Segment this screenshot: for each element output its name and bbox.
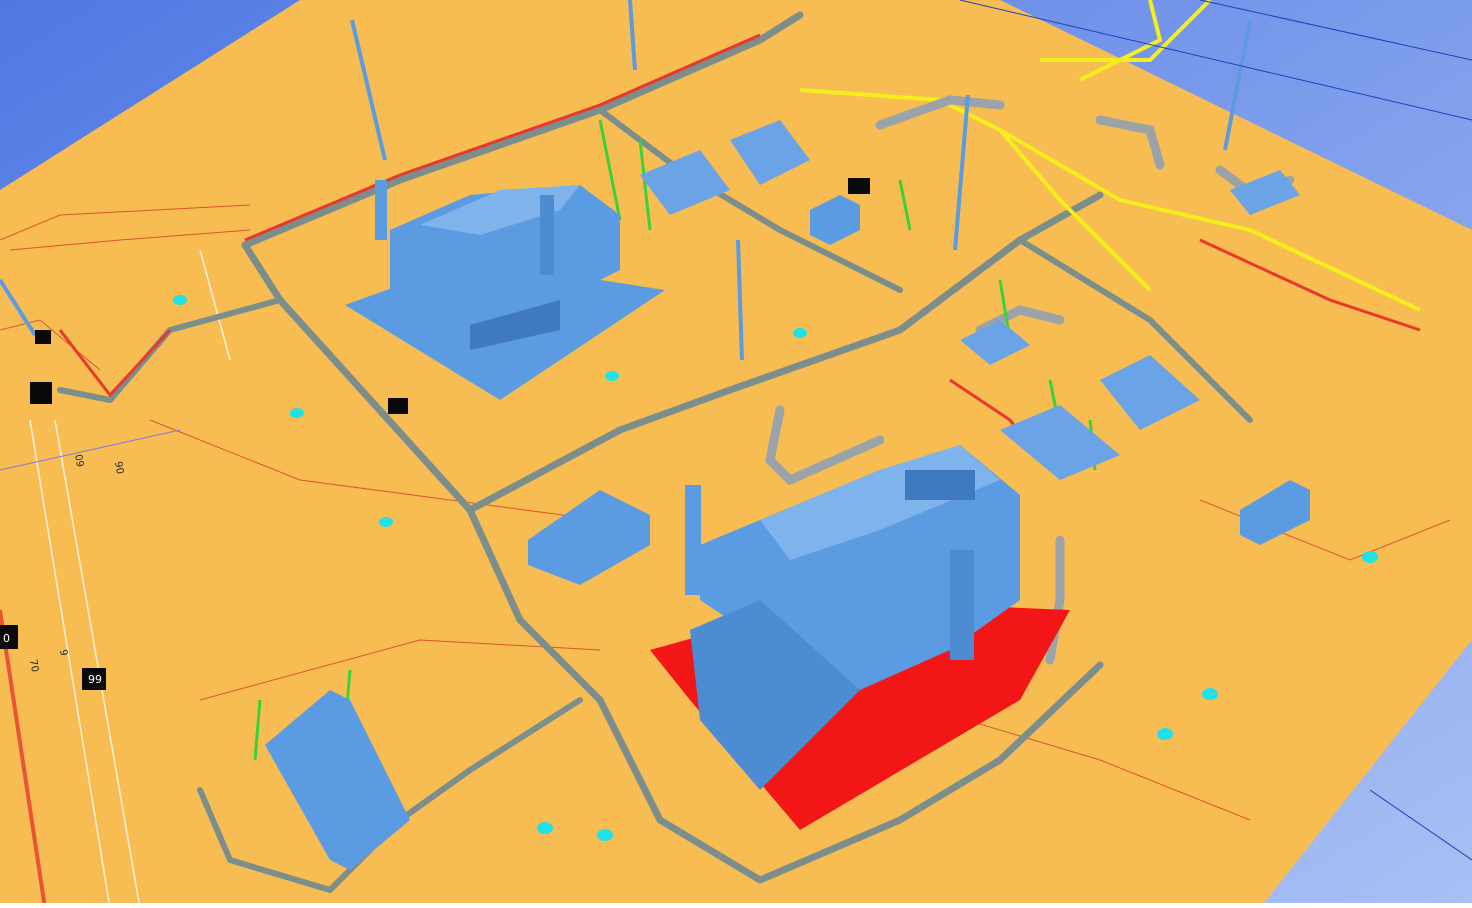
model-viewport[interactable]: 90 09 70 9 99 0 [0,0,1472,908]
tag-box[interactable] [35,330,51,344]
grid-number: 70 [27,659,40,673]
viewport-bottom-edge [0,903,1472,908]
tag-text: 99 [88,673,102,686]
tag-box[interactable] [848,178,870,194]
grid-number: 90 [112,461,125,475]
tag-text: 0 [3,632,10,645]
tag-box[interactable] [30,382,52,404]
tag-box[interactable] [388,398,408,414]
plant-3d-scene[interactable]: 90 09 70 9 99 0 [0,0,1472,908]
ground-plane [0,0,1472,908]
grid-number: 09 [72,454,85,468]
